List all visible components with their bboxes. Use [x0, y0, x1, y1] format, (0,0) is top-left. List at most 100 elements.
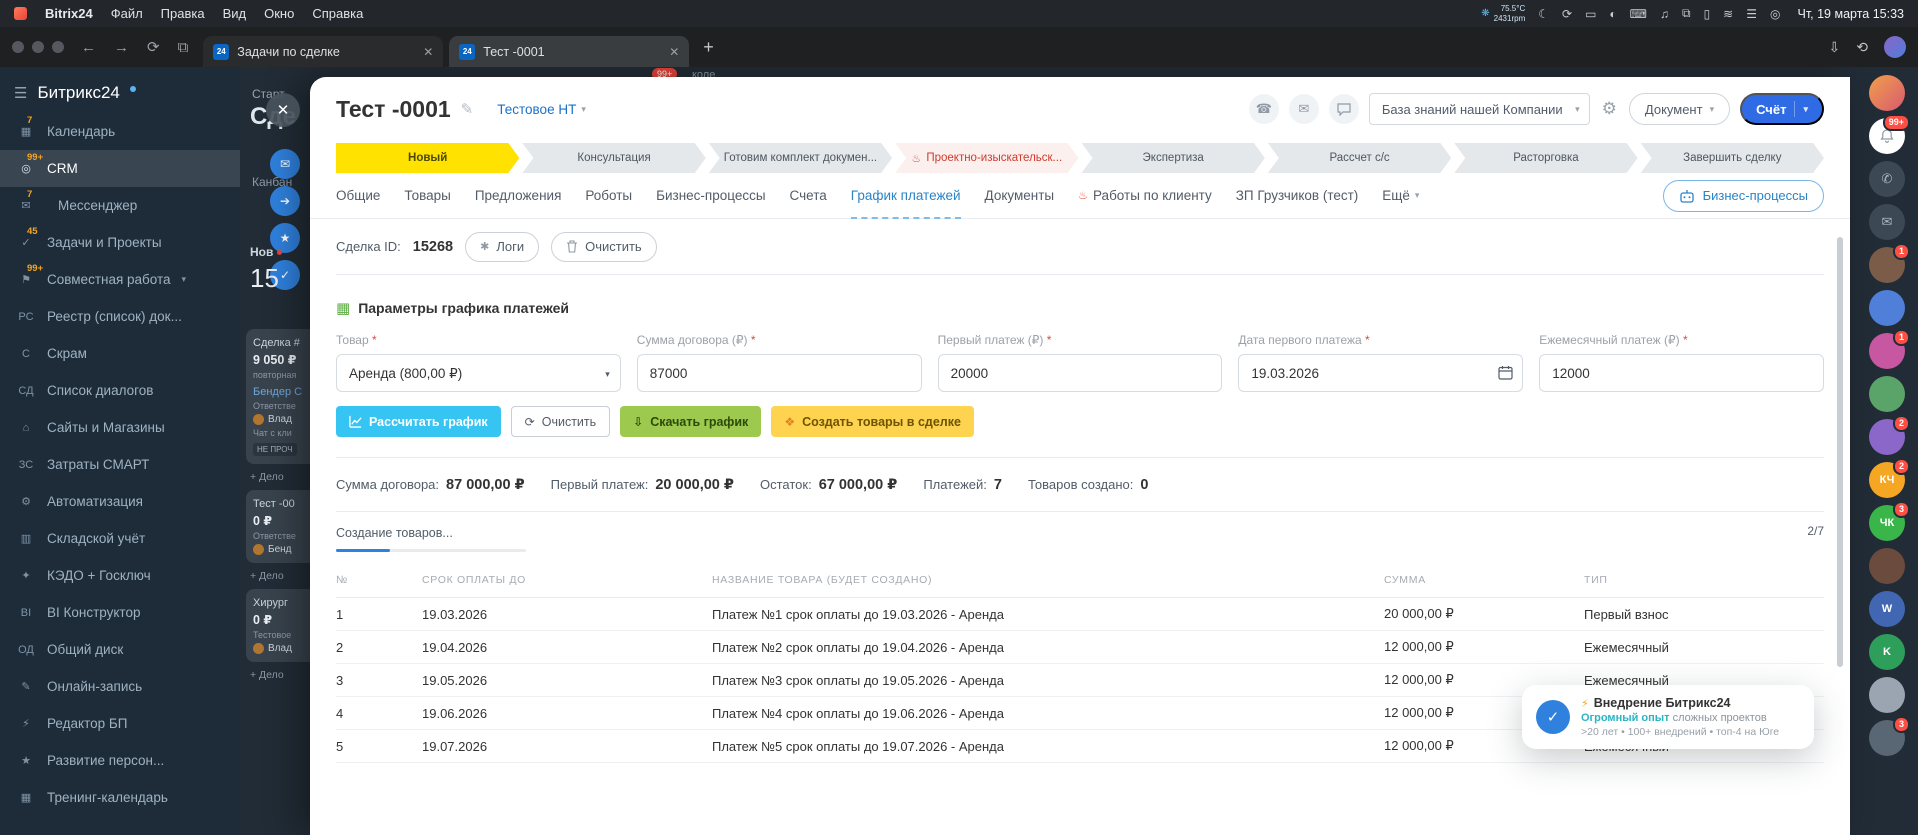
clear-schedule-button[interactable]: ⟳ Очистить: [510, 406, 611, 437]
contract-sum-input[interactable]: [636, 354, 922, 392]
share-action-button[interactable]: ➔: [270, 186, 300, 216]
sidebar-item-costs[interactable]: ЗС Затраты СМАРТ: [0, 446, 240, 483]
deal-card[interactable]: Хирург 0 ₽ Тестовое Влад: [246, 589, 316, 662]
notifications-bell[interactable]: 99+: [1869, 114, 1910, 154]
temperature-widget[interactable]: ❋ 75.5°C 2431rpm: [1481, 4, 1525, 23]
business-processes-button[interactable]: Бизнес-процессы: [1662, 179, 1824, 212]
traffic-light-close[interactable]: [12, 41, 24, 53]
tab-robots[interactable]: Роботы: [585, 173, 632, 218]
sidebar-item-bp-editor[interactable]: ⚡ Редактор БП: [0, 705, 240, 742]
stage-expertise[interactable]: Экспертиза: [1082, 143, 1265, 173]
menubar-item-help[interactable]: Справка: [312, 6, 363, 21]
create-products-button[interactable]: ❖ Создать товары в сделке: [771, 406, 974, 437]
stage-survey[interactable]: ♨ Проектно-изыскательск...: [895, 143, 1078, 173]
deal-card[interactable]: Тест -00 0 ₽ Ответстве Бенд: [246, 490, 316, 563]
tab-salary-test[interactable]: ЗП Грузчиков (тест): [1236, 173, 1359, 218]
rail-chat-group[interactable]: K: [1869, 634, 1905, 670]
rail-contact[interactable]: 1: [1869, 243, 1910, 283]
menubar-clock[interactable]: Чт, 19 марта 15:33: [1797, 7, 1904, 21]
browser-reload-icon[interactable]: ⟳: [147, 38, 160, 56]
tab-client-works[interactable]: ♨ Работы по клиенту: [1078, 173, 1212, 218]
rail-contact[interactable]: 2: [1869, 415, 1910, 455]
traffic-light-minimize[interactable]: [32, 41, 44, 53]
monthly-payment-input[interactable]: [1539, 354, 1824, 392]
add-activity-link[interactable]: + Дело: [246, 669, 316, 681]
browser-tab-tasks[interactable]: 24 Задачи по сделке ✕: [203, 36, 444, 67]
slider-close-button[interactable]: ✕: [266, 93, 300, 127]
menubar-app-name[interactable]: Bitrix24: [45, 6, 93, 21]
tab-more[interactable]: Ещё ▾: [1382, 173, 1419, 218]
rail-contact[interactable]: [1869, 548, 1905, 584]
menubar-item-file[interactable]: Файл: [111, 6, 143, 21]
rail-chat-group[interactable]: ЧК 3: [1869, 501, 1910, 541]
browser-back-icon[interactable]: ←: [81, 39, 96, 56]
menu-toggle-icon[interactable]: ☰: [14, 84, 27, 102]
product-select[interactable]: Аренда (800,00 ₽): [336, 354, 621, 392]
stage-bargain[interactable]: Расторговка: [1454, 143, 1637, 173]
rail-chat-group[interactable]: КЧ 2: [1869, 458, 1910, 498]
document-button[interactable]: Документ ▾: [1628, 93, 1731, 125]
tab-invoices[interactable]: Счета: [790, 173, 827, 218]
dark-mode-icon[interactable]: ◐: [1609, 7, 1616, 21]
sync-icon[interactable]: ⟳: [1562, 7, 1572, 21]
pipeline-link[interactable]: Тестовое НТ ▾: [497, 102, 586, 117]
music-icon[interactable]: ♫: [1660, 7, 1669, 21]
tab-close-icon[interactable]: ✕: [423, 45, 433, 59]
sidebar-item-disk[interactable]: ОД Общий диск: [0, 631, 240, 668]
keyboard-icon[interactable]: ⌨: [1630, 7, 1647, 21]
tab-payment-schedule[interactable]: График платежей: [850, 174, 961, 219]
new-tab-button[interactable]: +: [703, 37, 714, 58]
first-payment-input[interactable]: [937, 354, 1223, 392]
stage-costing[interactable]: Рассчет с/с: [1268, 143, 1451, 173]
deal-card[interactable]: Сделка # 9 050 ₽ повторная Бендер С Отве…: [246, 329, 316, 464]
browser-profile-avatar[interactable]: [1884, 36, 1906, 58]
tab-products[interactable]: Товары: [404, 173, 450, 218]
stage-consult[interactable]: Консультация: [522, 143, 705, 173]
clear-button[interactable]: Очистить: [551, 231, 657, 262]
call-icon[interactable]: ☎: [1248, 94, 1279, 124]
control-center-icon[interactable]: ☰: [1746, 7, 1757, 21]
email-icon[interactable]: ✉: [1288, 94, 1319, 124]
brand-logo[interactable]: Битрикс24: [37, 83, 119, 103]
rail-profile-avatar[interactable]: [1869, 75, 1905, 111]
sidebar-item-warehouse[interactable]: ▥ Складской учёт: [0, 520, 240, 557]
chat-icon[interactable]: [1328, 94, 1359, 124]
browser-forward-icon[interactable]: →: [114, 39, 129, 56]
stage-new[interactable]: Новый: [336, 143, 519, 173]
menubar-item-window[interactable]: Окно: [264, 6, 294, 21]
menubar-item-view[interactable]: Вид: [223, 6, 247, 21]
stage-docs[interactable]: Готовим комплект докумен...: [709, 143, 892, 173]
sidebar-item-collab[interactable]: ⚑ 99+ Совместная работа ▾: [0, 261, 240, 298]
sidebar-item-automation[interactable]: ⚙ Автоматизация: [0, 483, 240, 520]
knowledge-base-select[interactable]: База знаний нашей Компании ▾: [1368, 93, 1590, 125]
moon-icon[interactable]: ☾: [1538, 7, 1549, 21]
traffic-light-zoom[interactable]: [52, 41, 64, 53]
browser-tab-deal[interactable]: 24 Тест -0001 ✕: [449, 36, 690, 67]
tab-bp[interactable]: Бизнес-процессы: [656, 173, 765, 218]
attach-action-button[interactable]: ✉: [270, 149, 300, 179]
rail-contact[interactable]: [1869, 290, 1905, 326]
history-icon[interactable]: ⟲: [1856, 39, 1868, 56]
sidebar-item-booking[interactable]: ✎ Онлайн-запись: [0, 668, 240, 705]
display-icon[interactable]: ▭: [1585, 7, 1596, 21]
stage-finish[interactable]: Завершить сделку: [1641, 143, 1824, 173]
sidebar-item-growth[interactable]: ★ Развитие персон...: [0, 742, 240, 779]
invoice-button[interactable]: Счёт ▾: [1740, 93, 1824, 125]
calculate-schedule-button[interactable]: Рассчитать график: [336, 406, 501, 437]
menubar-item-edit[interactable]: Правка: [161, 6, 205, 21]
sidebar-item-bi[interactable]: BI BI Конструктор: [0, 594, 240, 631]
rail-mail-button[interactable]: ✉: [1869, 204, 1905, 240]
rail-contact[interactable]: [1869, 677, 1905, 713]
sidebar-item-tasks[interactable]: ✓ 45 Задачи и Проекты: [0, 224, 240, 261]
rail-contact[interactable]: 1: [1869, 329, 1910, 369]
battery-icon[interactable]: ▯: [1704, 7, 1711, 21]
browser-link-icon[interactable]: ⧉: [178, 39, 189, 56]
logs-button[interactable]: ✱ Логи: [465, 231, 540, 262]
rail-contact[interactable]: 3: [1869, 716, 1910, 756]
add-activity-link[interactable]: + Дело: [246, 471, 316, 483]
rail-contact[interactable]: [1869, 376, 1905, 412]
sidebar-item-dialogs[interactable]: СД Список диалогов: [0, 372, 240, 409]
sidebar-item-registry[interactable]: РС Реестр (список) док...: [0, 298, 240, 335]
slider-scrollbar[interactable]: [1837, 237, 1843, 667]
sidebar-item-scrum[interactable]: С Скрам: [0, 335, 240, 372]
